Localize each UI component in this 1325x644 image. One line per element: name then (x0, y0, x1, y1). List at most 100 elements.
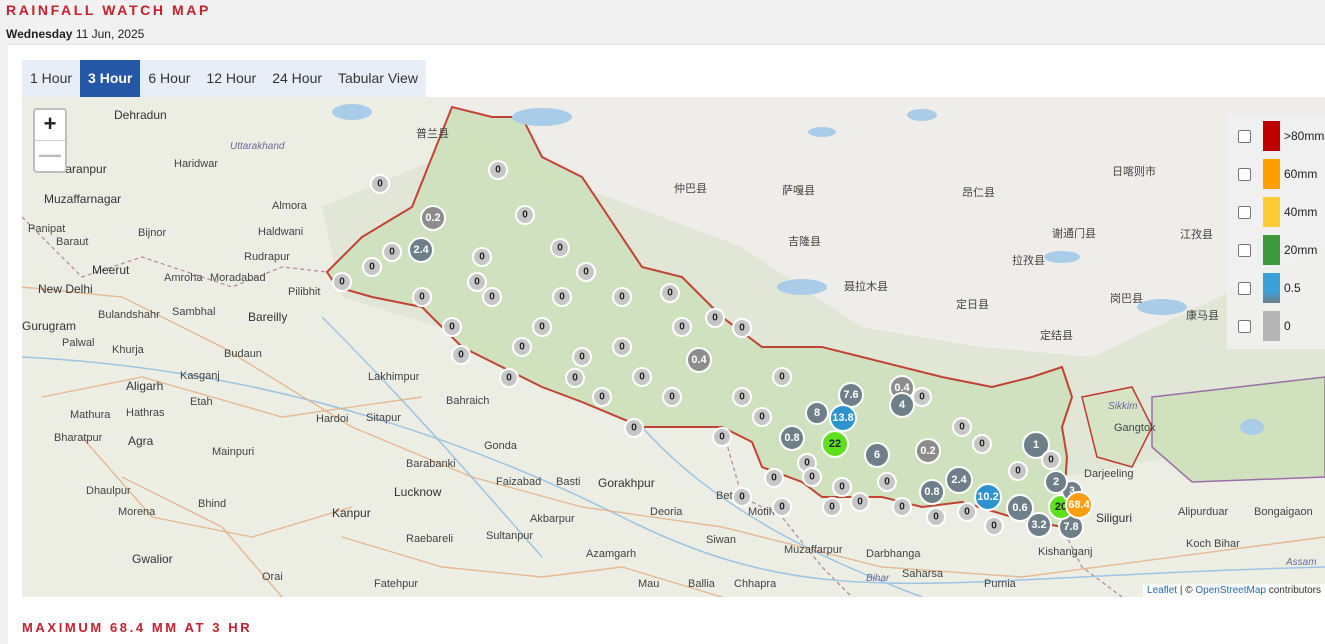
rain-station-marker[interactable]: 0 (482, 287, 502, 307)
rain-station-marker[interactable]: 0 (488, 160, 508, 180)
legend-checkbox[interactable] (1238, 282, 1251, 295)
rain-station-marker[interactable]: 0 (632, 367, 652, 387)
zoom-in-button[interactable]: + (35, 110, 65, 140)
marker-value: 0.2 (425, 212, 440, 224)
rain-station-marker[interactable]: 68.4 (1065, 491, 1093, 519)
rain-station-marker[interactable]: 0 (370, 174, 390, 194)
rain-station-marker[interactable]: 0 (412, 287, 432, 307)
rain-station-marker[interactable]: 0 (732, 318, 752, 338)
rain-station-marker[interactable]: 0.4 (686, 347, 712, 373)
rain-station-marker[interactable]: 0 (984, 516, 1004, 536)
marker-value: 0 (964, 507, 970, 518)
legend-checkbox[interactable] (1238, 320, 1251, 333)
rain-station-marker[interactable]: 0 (877, 472, 897, 492)
rain-station-marker[interactable]: 0 (362, 257, 382, 277)
zoom-out-button[interactable]: — (35, 140, 65, 171)
rain-station-marker[interactable]: 8 (805, 401, 829, 425)
rain-station-marker[interactable]: 0 (732, 487, 752, 507)
rain-station-marker[interactable]: 0 (472, 247, 492, 267)
tab-tabular-view[interactable]: Tabular View (330, 60, 426, 97)
legend-label: 60mm (1284, 167, 1318, 181)
rain-station-marker[interactable]: 0 (822, 497, 842, 517)
rain-station-marker[interactable]: 0 (624, 418, 644, 438)
rain-station-marker[interactable]: 0 (850, 492, 870, 512)
rain-station-marker[interactable]: 0 (572, 347, 592, 367)
rain-station-marker[interactable]: 22 (821, 430, 849, 458)
tab-12-hour[interactable]: 12 Hour (198, 60, 264, 97)
rain-station-marker[interactable]: 0 (764, 468, 784, 488)
rain-station-marker[interactable]: 13.8 (829, 404, 857, 432)
rain-station-marker[interactable]: 0 (772, 497, 792, 517)
rain-station-marker[interactable]: 0 (332, 272, 352, 292)
marker-value: 0 (619, 292, 625, 303)
legend-label: 40mm (1284, 205, 1318, 219)
rain-station-marker[interactable]: 0 (952, 417, 972, 437)
rain-station-marker[interactable]: 0 (442, 317, 462, 337)
legend-row-0[interactable]: 0 (1227, 311, 1325, 341)
legend-checkbox[interactable] (1238, 206, 1251, 219)
rain-station-marker[interactable]: 2.4 (945, 466, 973, 494)
rain-station-marker[interactable]: 0 (732, 387, 752, 407)
rain-station-marker[interactable]: 0.2 (915, 438, 941, 464)
rain-station-marker[interactable]: 0 (612, 287, 632, 307)
rain-station-marker[interactable]: 0 (451, 345, 471, 365)
rain-station-marker[interactable]: 0 (957, 502, 977, 522)
rain-station-marker[interactable]: 0 (712, 427, 732, 447)
rain-station-marker[interactable]: 0.8 (919, 479, 945, 505)
tab-24-hour[interactable]: 24 Hour (264, 60, 330, 97)
rain-station-marker[interactable]: 0 (892, 497, 912, 517)
rain-station-marker[interactable]: 0 (565, 368, 585, 388)
rain-station-marker[interactable]: 0 (672, 317, 692, 337)
rain-station-marker[interactable]: 0 (592, 387, 612, 407)
rain-station-marker[interactable]: 0 (382, 242, 402, 262)
rain-station-marker[interactable]: 0 (752, 407, 772, 427)
legend-row-05[interactable]: 0.5 (1227, 273, 1325, 303)
marker-value: 0 (679, 322, 685, 333)
rain-station-marker[interactable]: 0 (550, 238, 570, 258)
rain-station-marker[interactable]: 3.2 (1026, 512, 1052, 538)
rain-station-marker[interactable]: 0 (1008, 461, 1028, 481)
marker-value: 10.2 (977, 491, 998, 503)
rainfall-map[interactable]: Dehradun Haridwar Saharanpur Uttarakhand… (22, 97, 1325, 597)
rain-station-marker[interactable]: 0 (532, 317, 552, 337)
legend-checkbox[interactable] (1238, 168, 1251, 181)
rain-station-marker[interactable]: 2.4 (408, 237, 434, 263)
marker-value: 0.8 (924, 486, 939, 498)
rain-station-marker[interactable]: 10.2 (974, 483, 1002, 511)
rain-station-marker[interactable]: 0 (499, 368, 519, 388)
rain-station-marker[interactable]: 0 (512, 337, 532, 357)
leaflet-link[interactable]: Leaflet (1147, 585, 1177, 596)
rain-station-marker[interactable]: 0 (802, 467, 822, 487)
rain-station-marker[interactable]: 0 (660, 283, 680, 303)
rain-station-marker[interactable]: 0 (576, 262, 596, 282)
marker-value: 0 (389, 247, 395, 258)
rain-station-marker[interactable]: 7.6 (838, 382, 864, 408)
legend-checkbox[interactable] (1238, 244, 1251, 257)
rain-station-marker[interactable]: 4 (889, 392, 915, 418)
rain-station-marker[interactable]: 0 (467, 272, 487, 292)
rain-station-marker[interactable]: 0 (705, 308, 725, 328)
rain-station-marker[interactable]: 0 (972, 434, 992, 454)
rain-station-marker[interactable]: 0 (926, 507, 946, 527)
rain-station-marker[interactable]: 0.8 (779, 425, 805, 451)
rain-station-marker[interactable]: 0 (662, 387, 682, 407)
rain-station-marker[interactable]: 0 (515, 205, 535, 225)
rain-station-marker[interactable]: 0 (832, 477, 852, 497)
legend-checkbox[interactable] (1238, 130, 1251, 143)
rain-station-marker[interactable]: 0 (612, 337, 632, 357)
rain-station-marker[interactable]: 0 (772, 367, 792, 387)
legend-row-80mm[interactable]: >80mm (1227, 121, 1325, 151)
rain-station-marker[interactable]: 2 (1044, 470, 1068, 494)
tab-1-hour[interactable]: 1 Hour (22, 60, 80, 97)
tab-6-hour[interactable]: 6 Hour (140, 60, 198, 97)
tab-3-hour[interactable]: 3 Hour (80, 60, 141, 97)
rain-station-marker[interactable]: 0.2 (420, 205, 446, 231)
legend-row-60mm[interactable]: 60mm (1227, 159, 1325, 189)
legend-row-20mm[interactable]: 20mm (1227, 235, 1325, 265)
osm-link[interactable]: OpenStreetMap (1195, 585, 1266, 596)
rain-station-marker[interactable]: 6 (864, 442, 890, 468)
rain-station-marker[interactable]: 0 (552, 287, 572, 307)
rain-station-marker[interactable]: 0 (1041, 450, 1061, 470)
legend-row-40mm[interactable]: 40mm (1227, 197, 1325, 227)
rain-station-marker[interactable]: 0 (912, 387, 932, 407)
